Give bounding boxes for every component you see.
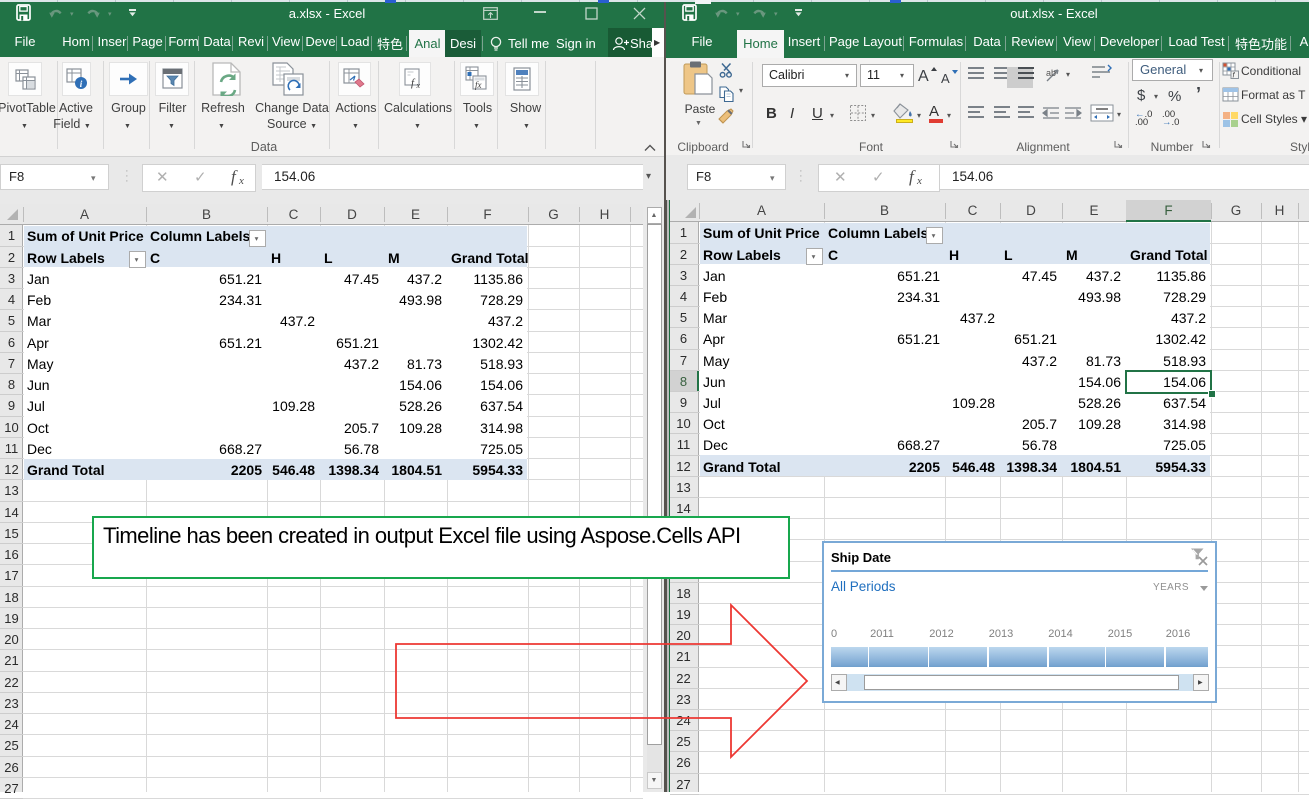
svg-text:ab: ab: [1046, 68, 1056, 78]
svg-text:x: x: [416, 81, 421, 90]
svg-text:x: x: [238, 175, 244, 187]
svg-text:f: f: [231, 167, 238, 186]
svg-text:f: f: [909, 167, 916, 186]
svg-text:fx: fx: [475, 80, 482, 90]
svg-text:x: x: [916, 175, 922, 187]
